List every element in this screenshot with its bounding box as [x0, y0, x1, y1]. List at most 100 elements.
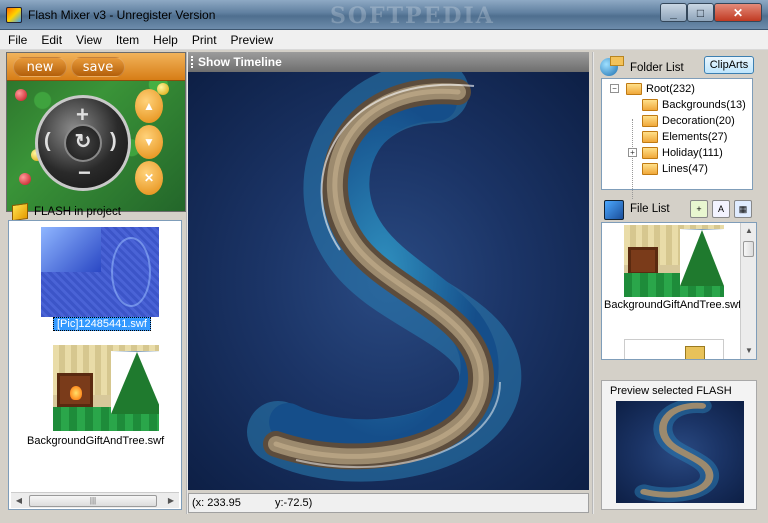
thumbnail-pattern — [41, 227, 101, 272]
text-icon[interactable]: A — [712, 200, 730, 218]
preview-image — [616, 401, 744, 503]
rotate-left-icon[interactable]: ( — [44, 130, 51, 153]
left-panel: new save + − ( ) ↻ ▲ ▼ ✕ FLASH in projec… — [6, 52, 186, 514]
rotate-right-icon[interactable]: ) — [110, 130, 117, 153]
layer-down-button[interactable]: ▼ — [135, 125, 163, 159]
control-dial: + − ( ) ↻ — [35, 95, 131, 191]
menu-edit[interactable]: Edit — [41, 33, 62, 47]
watermark: SOFTPEDIA — [330, 3, 495, 29]
cursor-y-readout: y:-72.5) — [275, 497, 313, 509]
folder-open-icon — [642, 99, 658, 111]
tree-item-elements[interactable]: Elements(27) — [642, 129, 727, 145]
island-image — [247, 72, 522, 482]
file-thumbnail[interactable] — [624, 225, 724, 297]
file-list-header: File List + A ▦ — [598, 198, 760, 222]
new-button[interactable]: new — [13, 57, 67, 77]
save-button[interactable]: save — [71, 57, 125, 77]
file-list[interactable]: BackgroundGiftAndTree.swf ▲ ▼ — [601, 222, 757, 360]
canvas-stage[interactable] — [188, 72, 589, 490]
timeline-label: Show Timeline — [198, 55, 282, 69]
cube-icon — [12, 202, 28, 222]
fireplace-icon — [57, 373, 93, 407]
folder-icon — [642, 131, 658, 143]
tree-root[interactable]: − Root(232) — [610, 81, 695, 97]
expand-icon[interactable]: + — [628, 148, 637, 157]
tree-item-label: Decoration(20) — [662, 115, 735, 127]
menu-preview[interactable]: Preview — [231, 33, 274, 47]
reset-icon[interactable]: ↻ — [64, 124, 102, 162]
folder-icon — [642, 115, 658, 127]
file-list-scrollbar[interactable]: ▲ ▼ — [740, 223, 756, 359]
scroll-up-icon[interactable]: ▲ — [741, 223, 756, 239]
layer-buttons: ▲ ▼ ✕ — [135, 89, 165, 199]
tree-item-decoration[interactable]: Decoration(20) — [642, 113, 735, 129]
ornament-icon — [19, 173, 31, 185]
tree-item-label: Lines(47) — [662, 163, 708, 175]
file-item-caption[interactable]: BackgroundGiftAndTree.swf — [604, 299, 741, 311]
tree-item-holiday[interactable]: + Holiday(111) — [628, 145, 723, 161]
project-list[interactable]: [Pic]12485441.swf BackgroundGiftAndTree.… — [8, 220, 182, 510]
preview-label: Preview selected FLASH — [610, 385, 732, 397]
christmas-tree-icon — [680, 229, 724, 286]
folder-list-header: Folder List ClipArts — [598, 54, 760, 80]
tree-item-backgrounds[interactable]: Backgrounds(13) — [642, 97, 746, 113]
house-icon — [685, 346, 705, 359]
file-list-label: File List — [630, 203, 670, 215]
add-to-project-icon[interactable]: + — [690, 200, 708, 218]
minimize-button[interactable]: _ — [660, 3, 687, 22]
cursor-x-readout: (x: 233.95 — [192, 497, 241, 509]
zoom-out-icon[interactable]: − — [78, 160, 91, 186]
project-thumbnail-pic[interactable] — [41, 227, 159, 317]
scroll-thumb[interactable]: ||| — [29, 495, 157, 507]
thumbnail-pattern — [111, 237, 151, 307]
menu-help[interactable]: Help — [153, 33, 178, 47]
delete-button[interactable]: ✕ — [135, 161, 163, 195]
project-horizontal-scrollbar[interactable]: ◀ ||| ▶ — [11, 492, 179, 508]
close-button[interactable]: ✕ — [714, 3, 762, 22]
title-bar: Flash Mixer v3 - Unregister Version SOFT… — [0, 0, 768, 30]
timeline-header[interactable]: Show Timeline — [188, 52, 589, 72]
scroll-down-icon[interactable]: ▼ — [741, 343, 756, 359]
tree-root-label: Root(232) — [646, 83, 695, 95]
close-icon: ✕ — [732, 5, 744, 20]
view-mode-icon[interactable]: ▦ — [734, 200, 752, 218]
folder-icon — [642, 163, 658, 175]
menu-view[interactable]: View — [76, 33, 102, 47]
tree-item-label: Holiday(111) — [662, 147, 723, 159]
minimize-icon: _ — [670, 5, 677, 20]
preview-panel: Preview selected FLASH — [601, 380, 757, 510]
project-item-caption[interactable]: [Pic]12485441.swf — [53, 317, 151, 331]
christmas-tree-icon — [111, 351, 159, 414]
scroll-right-icon[interactable]: ▶ — [163, 493, 179, 509]
collapse-icon[interactable]: − — [610, 84, 619, 93]
project-header: FLASH in project — [12, 202, 121, 222]
tree-item-label: Backgrounds(13) — [662, 99, 746, 111]
cliparts-button[interactable]: ClipArts — [704, 56, 754, 74]
ornament-icon — [15, 89, 27, 101]
menu-print[interactable]: Print — [192, 33, 217, 47]
scroll-thumb[interactable] — [743, 241, 754, 257]
tree-item-lines[interactable]: Lines(47) — [642, 161, 708, 177]
fireplace-icon — [628, 247, 658, 275]
menu-bar: File Edit View Item Help Print Preview — [0, 30, 768, 50]
project-thumbnail-background[interactable] — [53, 345, 159, 431]
folder-list-label: Folder List — [630, 62, 684, 74]
menu-file[interactable]: File — [8, 33, 27, 47]
right-panel: Folder List ClipArts − Root(232) Backgro… — [598, 52, 760, 514]
folder-icon — [610, 56, 624, 66]
project-item-caption[interactable]: BackgroundGiftAndTree.swf — [27, 435, 164, 447]
app-icon — [6, 7, 22, 23]
file-buttons-bar: new save — [7, 53, 185, 81]
folder-tree[interactable]: − Root(232) Backgrounds(13) Decoration(2… — [601, 78, 753, 199]
menu-item[interactable]: Item — [116, 33, 139, 47]
maximize-button[interactable]: □ — [687, 3, 714, 22]
window-title: Flash Mixer v3 - Unregister Version — [28, 8, 216, 22]
scroll-left-icon[interactable]: ◀ — [11, 493, 27, 509]
status-bar: (x: 233.95 y:-72.5) — [188, 493, 589, 513]
tree-item-label: Elements(27) — [662, 131, 728, 143]
splitter[interactable] — [592, 52, 594, 514]
layer-up-button[interactable]: ▲ — [135, 89, 163, 123]
file-list-icon — [604, 200, 624, 220]
preview-island — [634, 401, 719, 503]
file-thumbnail[interactable] — [624, 339, 724, 359]
